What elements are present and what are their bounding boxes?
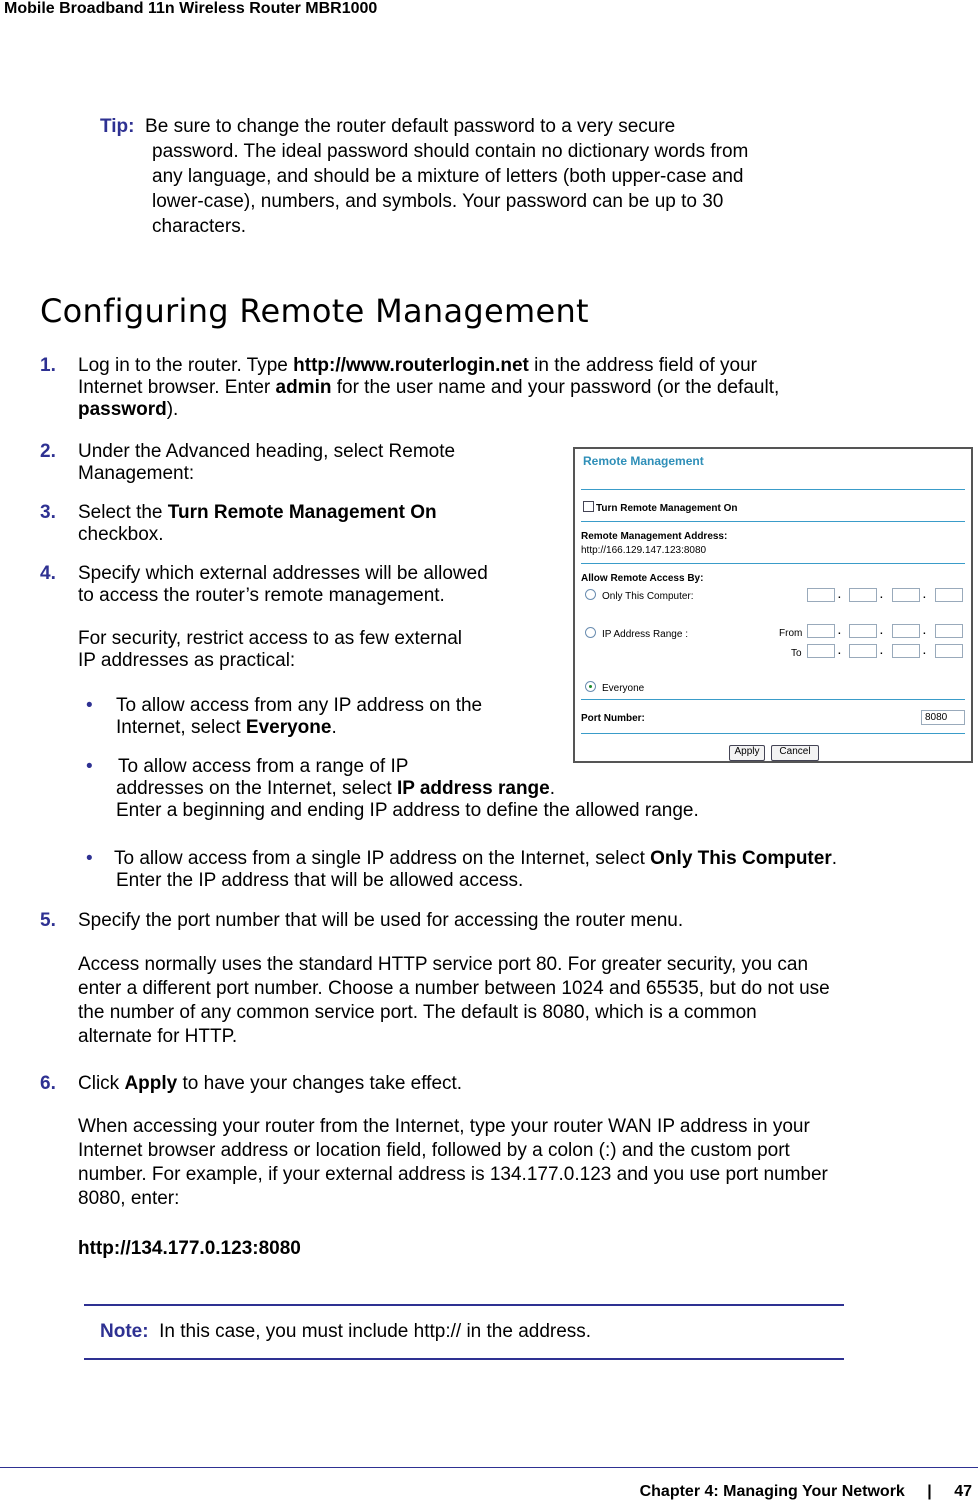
tip-text: characters.: [152, 216, 246, 237]
screen-title: Remote Management: [583, 454, 704, 468]
remote-mgmt-checkbox[interactable]: Turn Remote Management On: [583, 501, 738, 514]
step-3: 3. Select the Turn Remote Management On c…: [40, 502, 437, 545]
footer-separator: |: [927, 1483, 932, 1500]
from-ip-octet-2[interactable]: [849, 624, 877, 638]
from-ip-octet-3[interactable]: [892, 624, 920, 638]
note-box: Note: In this case, you must include htt…: [84, 1304, 844, 1360]
apply-button[interactable]: Apply: [729, 745, 765, 761]
example-url: http://134.177.0.123:8080: [78, 1238, 301, 1259]
running-header: Mobile Broadband 11n Wireless Router MBR…: [4, 0, 378, 17]
radio-only-this-computer[interactable]: Only This Computer:: [585, 589, 694, 602]
tip-text: password. The ideal password should cont…: [152, 141, 749, 162]
note-text: In this case, you must include http:// i…: [159, 1321, 592, 1342]
bullet-icon: •: [86, 695, 93, 716]
tip-label: Tip:: [100, 116, 135, 137]
to-ip-octet-1[interactable]: [807, 644, 835, 658]
checkbox-icon[interactable]: [583, 501, 594, 512]
divider: [581, 489, 965, 490]
radio-icon: [585, 627, 596, 638]
tip-text: lower-case), numbers, and symbols. Your …: [152, 191, 724, 212]
bullet-only-this-computer: • To allow access from a single IP addres…: [78, 848, 837, 892]
access-label: Allow Remote Access By:: [581, 573, 704, 584]
step-1: 1. Log in to the router. Type http://www.…: [40, 355, 780, 420]
from-ip-octet-1[interactable]: [807, 624, 835, 638]
to-ip-octet-2[interactable]: [849, 644, 877, 658]
radio-everyone[interactable]: Everyone: [585, 681, 644, 694]
address-label: Remote Management Address:: [581, 531, 728, 542]
port-label: Port Number:: [581, 713, 645, 724]
address-value: http://166.129.147.123:8080: [581, 545, 707, 556]
step-6-paragraph: When accessing your router from the Inte…: [78, 1116, 828, 1209]
login-url: http://www.routerlogin.net: [293, 355, 529, 376]
only-ip-octet-1[interactable]: [807, 588, 835, 602]
step-2: 2. Under the Advanced heading, select Rem…: [40, 441, 456, 484]
step-4: 4. Specify which external addresses will …: [40, 563, 488, 606]
radio-icon: [585, 589, 596, 600]
step-number: 1.: [40, 355, 56, 376]
page-number: 47: [954, 1483, 972, 1500]
section-title: Configuring Remote Management: [40, 292, 589, 330]
from-ip-octet-4[interactable]: [935, 624, 963, 638]
bullet-icon: •: [86, 756, 93, 777]
chapter-title: Chapter 4: Managing Your Network: [639, 1483, 905, 1500]
divider: [581, 699, 965, 700]
port-input[interactable]: 8080: [921, 710, 965, 725]
radio-selected-icon: [585, 681, 596, 692]
radio-ip-range[interactable]: IP Address Range :: [585, 627, 688, 640]
page-footer: Chapter 4: Managing Your Network | 47: [640, 1483, 972, 1501]
only-ip-octet-3[interactable]: [892, 588, 920, 602]
bullet-icon: •: [86, 848, 93, 869]
divider: [581, 563, 965, 564]
tip-text: any language, and should be a mixture of…: [152, 166, 744, 187]
step-4-paragraph: For security, restrict access to as few …: [78, 628, 462, 671]
from-label: From: [779, 628, 803, 639]
step-5: 5. Specify the port number that will be u…: [40, 910, 684, 931]
step-5-paragraph: Access normally uses the standard HTTP s…: [78, 954, 830, 1047]
divider: [581, 521, 965, 522]
cancel-button[interactable]: Cancel: [771, 745, 819, 761]
tip-box: Tip: Be sure to change the router defaul…: [100, 114, 860, 239]
bullet-ip-range: • To allow access from a range of IP addr…: [78, 756, 699, 822]
remote-management-screenshot: Remote Management Turn Remote Management…: [573, 447, 973, 763]
note-label: Note:: [100, 1321, 149, 1342]
divider: [581, 733, 965, 734]
bullet-everyone: • To allow access from any IP address on …: [78, 695, 482, 739]
only-ip-octet-2[interactable]: [849, 588, 877, 602]
only-ip-octet-4[interactable]: [935, 588, 963, 602]
tip-text: Be sure to change the router default pas…: [145, 116, 676, 137]
footer-divider: [0, 1467, 978, 1468]
to-ip-octet-4[interactable]: [935, 644, 963, 658]
to-label: To: [791, 648, 802, 659]
to-ip-octet-3[interactable]: [892, 644, 920, 658]
step-6: 6. Click Apply to have your changes take …: [40, 1073, 463, 1094]
